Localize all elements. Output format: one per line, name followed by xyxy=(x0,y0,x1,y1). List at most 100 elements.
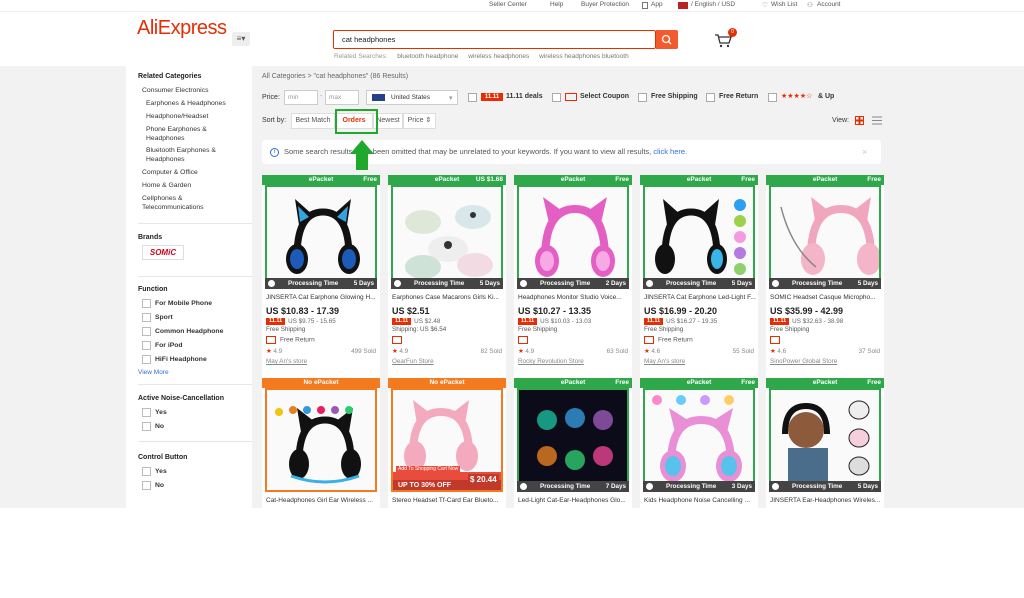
anc-yes-checkbox[interactable] xyxy=(142,408,151,417)
product-title[interactable]: Led-Light Cat-Ear-Headphones Glo... xyxy=(518,497,630,504)
and-up-label[interactable]: & Up xyxy=(818,93,834,100)
product-card[interactable]: ePacket Free Processing Time 5 Days JINSERTA… xyxy=(640,175,758,395)
anc-option[interactable]: Yes xyxy=(155,408,167,417)
product-image[interactable] xyxy=(643,185,755,289)
product-image[interactable] xyxy=(517,185,629,289)
seller-center-link[interactable]: Seller Center xyxy=(489,1,527,8)
click-here-link[interactable]: click here. xyxy=(653,147,687,156)
function-option[interactable]: Sport xyxy=(155,313,173,322)
list-view-icon[interactable] xyxy=(872,116,882,125)
related-search-link[interactable]: wireless headphones bluetooth xyxy=(539,53,629,60)
category-link[interactable]: Phone Earphones & Headphones xyxy=(146,125,226,143)
store-link[interactable]: May An's store xyxy=(266,358,307,365)
price-min-input[interactable]: min xyxy=(284,90,318,105)
grid-view-icon[interactable] xyxy=(855,116,864,125)
category-link[interactable]: Computer & Office xyxy=(142,168,198,177)
sort-best-match[interactable]: Best Match xyxy=(291,113,335,129)
product-card[interactable]: ePacket Free Processing Time 5 Days JINSERTA… xyxy=(262,175,380,395)
function-checkbox[interactable] xyxy=(142,355,151,364)
category-link[interactable]: Headphone/Headset xyxy=(146,112,208,121)
deals-checkbox[interactable] xyxy=(468,93,477,102)
product-image[interactable] xyxy=(769,185,881,289)
coupon-checkbox[interactable] xyxy=(552,93,561,102)
price-max-input[interactable]: max xyxy=(325,90,359,105)
account-link[interactable]: Account xyxy=(817,1,841,8)
store-link[interactable]: Rocky Revolution Store xyxy=(518,358,584,365)
related-search-link[interactable]: bluetooth headphone xyxy=(397,53,458,60)
aliexpress-logo[interactable]: AliExpress xyxy=(137,17,227,40)
product-card[interactable]: ePacket Free Processing Time 7 Days Led-Ligh… xyxy=(514,378,632,598)
product-title[interactable]: JINSERTA Cat Earphone Glowing H... xyxy=(266,294,378,301)
related-search-link[interactable]: wireless headphones xyxy=(468,53,529,60)
category-link[interactable]: Cellphones & Telecommunications xyxy=(142,194,222,212)
function-option[interactable]: For Mobile Phone xyxy=(155,299,212,308)
search-input[interactable]: cat headphones xyxy=(333,30,656,49)
function-checkbox[interactable] xyxy=(142,299,151,308)
function-option[interactable]: For iPod xyxy=(155,341,183,350)
search-button[interactable] xyxy=(656,30,678,49)
product-title[interactable]: SOMIC Headset Casque Micropho... xyxy=(770,294,882,301)
product-title[interactable]: Stereo Headset Tf-Card Ear Blueto... xyxy=(392,497,504,504)
anc-option[interactable]: No xyxy=(155,422,164,431)
category-link[interactable]: Earphones & Headphones xyxy=(146,99,226,108)
product-card[interactable]: ePacket US $1.68 Processing Time 5 Days Earp… xyxy=(388,175,506,395)
buyer-protection-link[interactable]: Buyer Protection xyxy=(581,1,629,8)
product-image[interactable] xyxy=(265,388,377,492)
product-title[interactable]: Cat-Headphones Girl Ear Wireless ... xyxy=(266,497,378,504)
product-card[interactable]: ePacket Free Processing Time 5 Days JINSERTA… xyxy=(766,378,884,598)
store-link[interactable]: SinoPower Global Store xyxy=(770,358,837,365)
deals-label[interactable]: 11.11 deals xyxy=(506,93,543,100)
free-shipping-checkbox[interactable] xyxy=(638,93,647,102)
product-title[interactable]: JINSERTA Cat Earphone Led-Light F... xyxy=(644,294,756,301)
categories-menu-button[interactable]: ≡▾ xyxy=(232,32,250,46)
free-return-checkbox[interactable] xyxy=(706,93,715,102)
product-card[interactable]: ePacket Free Processing Time 5 Days SOMIC He… xyxy=(766,175,884,395)
product-title[interactable]: Earphones Case Macarons Girls Ki... xyxy=(392,294,504,301)
coupon-label[interactable]: Select Coupon xyxy=(580,93,629,100)
shipping-info: Free Shipping xyxy=(644,326,684,333)
notice-text: Some search results have been omitted th… xyxy=(284,147,652,156)
coupon-info xyxy=(392,336,406,344)
product-image[interactable] xyxy=(517,388,629,492)
wish-list-link[interactable]: Wish List xyxy=(771,1,797,8)
product-title[interactable]: Kids Headphone Noise Cancelling ... xyxy=(644,497,756,504)
product-title[interactable]: Headphones Monitor Studio Voice... xyxy=(518,294,630,301)
product-card[interactable]: No ePacket Cat-Headphones Girl Ear Wirele… xyxy=(262,378,380,598)
close-icon[interactable]: × xyxy=(862,147,867,157)
view-more-link[interactable]: View More xyxy=(138,368,169,377)
store-link[interactable]: OearFun Store xyxy=(392,358,434,365)
function-option[interactable]: Common Headphone xyxy=(155,327,223,336)
rating-checkbox[interactable] xyxy=(768,93,777,102)
category-link[interactable]: Bluetooth Earphones & Headphones xyxy=(146,146,226,164)
app-link[interactable]: App xyxy=(651,1,663,8)
product-card[interactable]: ePacket Free Processing Time 3 Days Kids Hea… xyxy=(640,378,758,598)
control-yes-checkbox[interactable] xyxy=(142,467,151,476)
processing-time-bar: Processing Time 5 Days xyxy=(265,278,377,289)
product-image[interactable] xyxy=(769,388,881,492)
product-title[interactable]: JINSERTA Ear-Headphones Wireles... xyxy=(770,497,882,504)
function-checkbox[interactable] xyxy=(142,313,151,322)
product-card[interactable]: ePacket Free Processing Time 2 Days Headphon… xyxy=(514,175,632,395)
function-option[interactable]: HiFi Headphone xyxy=(155,355,207,364)
category-link[interactable]: Home & Garden xyxy=(142,181,191,190)
control-no-checkbox[interactable] xyxy=(142,481,151,490)
control-option[interactable]: No xyxy=(155,481,164,490)
product-image[interactable] xyxy=(643,388,755,492)
function-checkbox[interactable] xyxy=(142,341,151,350)
brand-somic-logo[interactable]: SOMiC xyxy=(142,245,184,260)
free-shipping-label[interactable]: Free Shipping xyxy=(651,93,698,100)
sort-price[interactable]: Price ⇕ xyxy=(403,113,436,129)
product-image[interactable] xyxy=(265,185,377,289)
function-checkbox[interactable] xyxy=(142,327,151,336)
product-image[interactable] xyxy=(391,185,503,289)
store-link[interactable]: May An's store xyxy=(644,358,685,365)
category-link[interactable]: Consumer Electronics xyxy=(142,86,208,95)
help-link[interactable]: Help xyxy=(550,1,563,8)
language-selector[interactable]: / English / USD xyxy=(691,1,735,8)
anc-no-checkbox[interactable] xyxy=(142,422,151,431)
product-card[interactable]: No ePacket Add To Shopping Cart Now UP TO … xyxy=(388,378,506,598)
free-return-label[interactable]: Free Return xyxy=(719,93,758,100)
processing-days: 7 Days xyxy=(605,483,626,490)
processing-time-label: Processing Time xyxy=(288,280,339,287)
control-option[interactable]: Yes xyxy=(155,467,167,476)
